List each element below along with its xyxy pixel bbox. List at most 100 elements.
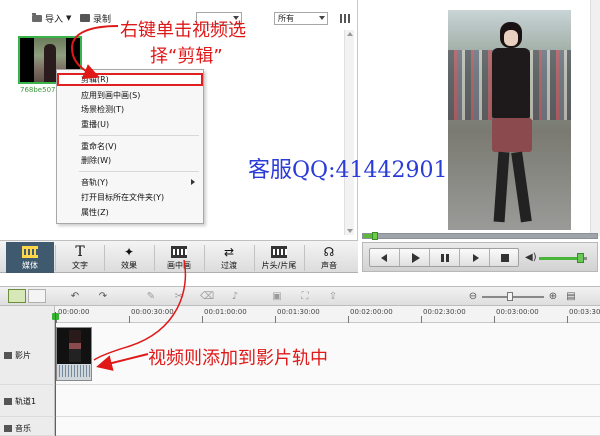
tab-audio[interactable]: ☊ 声音 xyxy=(305,242,353,273)
playback-progress-bar[interactable] xyxy=(362,232,598,240)
track-label-video: 影片 xyxy=(4,350,31,361)
tab-title-credits[interactable]: 片头/片尾 xyxy=(255,242,303,273)
zoom-slider[interactable] xyxy=(482,292,544,301)
ruler-tick xyxy=(348,316,349,323)
volume-icon[interactable]: ◀) xyxy=(525,252,537,263)
timeline-ruler[interactable]: 00:00:00 00:00:30:00 00:01:00:00 00:01:30:0… xyxy=(55,306,600,323)
grid-view-icon[interactable] xyxy=(340,14,350,23)
menu-item-replay[interactable]: 重播(U) xyxy=(57,118,203,131)
menu-item-audio-track[interactable]: 音轨(Y) xyxy=(57,176,203,189)
scissors-icon[interactable]: ✂ xyxy=(172,290,186,303)
playhead[interactable] xyxy=(55,312,56,436)
tab-effects[interactable]: ✦ 效果 xyxy=(105,242,153,273)
menu-separator xyxy=(79,135,199,136)
fit-icon[interactable]: ⛶ xyxy=(298,290,312,303)
import-button[interactable]: 导入 ▼ xyxy=(32,11,71,25)
menu-item-edit[interactable]: 剪辑(R) xyxy=(57,73,203,86)
chevron-down-icon: ▼ xyxy=(66,14,72,22)
pause-button[interactable] xyxy=(430,249,460,266)
undo-icon[interactable]: ↶ xyxy=(68,290,82,303)
timeline-view-button[interactable] xyxy=(8,289,26,303)
track-name: 音乐 xyxy=(15,424,31,433)
volume-thumb[interactable] xyxy=(576,253,584,263)
track-name: 轨道1 xyxy=(15,397,37,406)
preview-scrollbar[interactable] xyxy=(590,0,600,236)
trash-icon[interactable]: ⌫ xyxy=(200,290,214,303)
import-label: 导入 xyxy=(45,14,64,25)
previous-frame-button[interactable] xyxy=(370,249,400,266)
film-icon xyxy=(22,246,38,258)
tab-label: 媒体 xyxy=(22,261,38,270)
tab-label: 声音 xyxy=(321,261,337,270)
annotation-right-click-line2: 择“剪辑” xyxy=(150,46,223,67)
volume-slider[interactable] xyxy=(539,253,587,263)
timeline-video-clip[interactable] xyxy=(56,327,92,381)
tab-text[interactable]: T 文字 xyxy=(56,242,104,273)
tab-label: 效果 xyxy=(121,261,137,270)
play-icon xyxy=(412,253,420,263)
watermark: 客服QQ:41442901 xyxy=(248,158,448,183)
annotation-added-note: 视频则添加到影片轨中 xyxy=(148,348,328,369)
ruler-tick xyxy=(129,316,130,323)
transition-icon: ⇄ xyxy=(223,245,235,259)
menu-item-delete[interactable]: 删除(W) xyxy=(57,154,203,167)
record-button[interactable]: 录制 xyxy=(80,11,111,25)
track-row-music: 音乐 xyxy=(0,417,600,436)
wand-icon: ✦ xyxy=(123,245,135,259)
redo-icon[interactable]: ↷ xyxy=(96,290,110,303)
storyboard-view-button[interactable] xyxy=(28,289,46,303)
zoom-out-icon[interactable]: ⊖ xyxy=(466,290,480,303)
menu-separator xyxy=(79,171,199,172)
folder-icon xyxy=(32,12,42,22)
play-button[interactable] xyxy=(400,249,430,266)
record-label: 录制 xyxy=(93,14,112,25)
stop-icon xyxy=(501,254,509,262)
playback-progress-handle[interactable] xyxy=(371,232,378,240)
ruler-tick xyxy=(567,316,568,323)
zoom-thumb[interactable] xyxy=(506,292,513,301)
edit-icon[interactable]: ✎ xyxy=(144,290,158,303)
step-forward-icon xyxy=(473,254,479,262)
ruler-tick xyxy=(494,316,495,323)
ruler-label: 00:00:00 xyxy=(58,308,90,316)
menu-item-properties[interactable]: 属性(Z) xyxy=(57,206,203,219)
microphone-icon[interactable]: ♪ xyxy=(228,290,242,303)
snapshot-icon[interactable]: ▣ xyxy=(270,290,284,303)
clapper-icon xyxy=(271,246,287,258)
player-controls: ◀) xyxy=(362,242,598,272)
timeline-toolbar: ↶ ↷ ✎ ✂ ⌫ ♪ ▣ ⛶ ⇪ ⊖ ⊕ ▤ xyxy=(0,286,600,306)
fit-timeline-icon[interactable]: ▤ xyxy=(564,290,578,303)
media-scrollbar[interactable] xyxy=(344,30,354,235)
tab-transition[interactable]: ⇄ 过渡 xyxy=(205,242,253,273)
tab-label: 片头/片尾 xyxy=(261,261,297,270)
zoom-in-icon[interactable]: ⊕ xyxy=(546,290,560,303)
stop-button[interactable] xyxy=(490,249,520,266)
tool-tabs: 媒体 T 文字 ✦ 效果 画中画 ⇄ 过渡 片头/片尾 ☊ 声音 xyxy=(0,240,358,273)
overlay-track-icon xyxy=(4,398,12,405)
menu-item-open-folder[interactable]: 打开目标所在文件夹(Y) xyxy=(57,191,203,204)
context-menu: 剪辑(R) 应用到画中画(S) 场景检测(T) 重播(U) 重命名(V) 删除(… xyxy=(56,69,204,224)
menu-item-scene-detect[interactable]: 场景检测(T) xyxy=(57,103,203,116)
ruler-label: 00:03:00:00 xyxy=(496,308,539,316)
track-name: 影片 xyxy=(15,351,31,360)
pause-icon xyxy=(441,254,444,262)
pip-icon xyxy=(171,246,187,258)
menu-item-rename[interactable]: 重命名(V) xyxy=(57,140,203,153)
track-label-music: 音乐 xyxy=(4,423,31,434)
tab-pip[interactable]: 画中画 xyxy=(155,242,203,273)
step-back-icon xyxy=(381,254,387,262)
volume-fill xyxy=(539,257,580,260)
menu-item-apply-pip[interactable]: 应用到画中画(S) xyxy=(57,89,203,102)
ruler-label: 00:01:30:00 xyxy=(277,308,320,316)
annotation-right-click-line1: 右键单击视频选 xyxy=(120,20,246,41)
filter-select-value: 所有 xyxy=(278,14,294,23)
transport-buttons xyxy=(369,248,519,267)
next-frame-button[interactable] xyxy=(460,249,490,266)
export-icon[interactable]: ⇪ xyxy=(326,290,340,303)
track-row-overlay: 轨道1 xyxy=(0,385,600,417)
ruler-label: 00:02:30:00 xyxy=(423,308,466,316)
ruler-tick xyxy=(421,316,422,323)
media-filter-select[interactable]: 所有 xyxy=(274,12,328,25)
chevron-down-icon xyxy=(319,16,325,20)
tab-media[interactable]: 媒体 xyxy=(6,242,54,273)
